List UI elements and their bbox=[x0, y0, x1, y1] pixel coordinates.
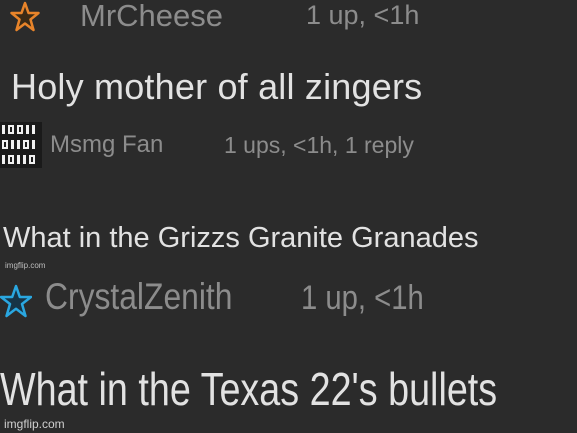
comment-username[interactable]: CrystalZenith bbox=[45, 276, 232, 318]
comment-meta: 1 ups, <1h, 1 reply bbox=[224, 132, 414, 158]
watermark: imgflip.com bbox=[5, 261, 46, 270]
comment-username[interactable]: Msmg Fan bbox=[50, 131, 163, 159]
binary-pixel-icon[interactable] bbox=[0, 122, 42, 168]
orange-star-icon[interactable] bbox=[10, 0, 40, 36]
watermark: imgflip.com bbox=[4, 417, 65, 431]
comment-meta: 1 up, <1h bbox=[306, 0, 420, 30]
comment-text: What in the Texas 22's bullets bbox=[0, 363, 498, 415]
blue-star-icon[interactable] bbox=[0, 280, 33, 326]
comment-text: Holy mother of all zingers bbox=[11, 66, 423, 107]
comment-thread: { "comments": [ { "username": "MrCheese"… bbox=[0, 0, 577, 433]
comment-meta: 1 up, <1h bbox=[301, 279, 424, 317]
comment-username[interactable]: MrCheese bbox=[80, 0, 223, 34]
comment-text: What in the Grizzs Granite Granades bbox=[3, 222, 479, 254]
